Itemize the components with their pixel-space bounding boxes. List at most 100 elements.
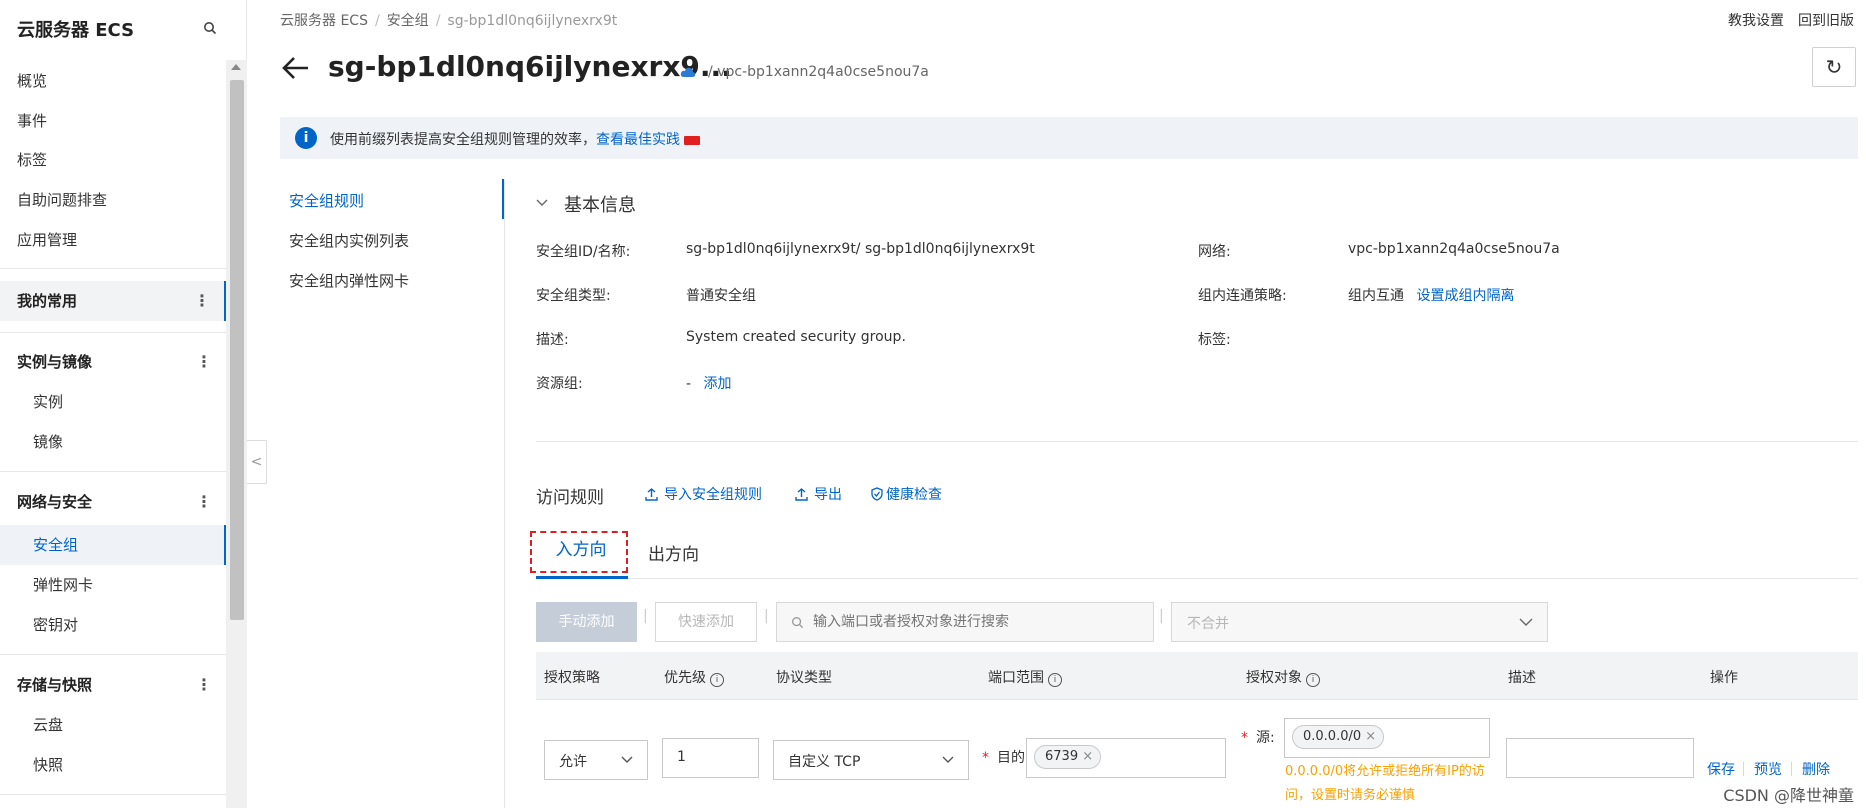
policy-select-value: 允许: [559, 754, 587, 770]
sidebar-item-disks[interactable]: 云盘: [0, 707, 226, 743]
preview-button[interactable]: 预览: [1754, 759, 1782, 779]
source-warning: 0.0.0.0/0将允许或拒绝所有IP的访问，设置时请务必谨慎: [1285, 764, 1485, 803]
search-icon: [792, 617, 804, 629]
sidebar-group-favorites[interactable]: 我的常用 ⋮: [0, 281, 226, 321]
col-port: 端口范围 i: [988, 667, 1062, 687]
sidebar-divider: [0, 654, 226, 655]
sg-desc-value: System created security group.: [686, 329, 906, 345]
info-banner: i 使用前缀列表提高安全组规则管理的效率，查看最佳实践: [280, 117, 1858, 159]
more-icon[interactable]: ⋮: [196, 344, 212, 380]
manual-add-button[interactable]: 手动添加: [536, 602, 637, 642]
sidebar-group-label: 网络与安全: [17, 493, 93, 511]
health-check-button[interactable]: 健康检查: [870, 484, 942, 504]
action-separator: [1791, 762, 1792, 776]
scroll-up-arrow-icon[interactable]: [231, 64, 241, 70]
subnav-active-indicator: [502, 179, 504, 219]
sidebar-divider: [0, 471, 226, 472]
sidebar-scrollbar-thumb[interactable]: [230, 80, 244, 620]
network-value[interactable]: vpc-bp1xann2q4a0cse5nou7a: [1348, 241, 1560, 257]
watermark: CSDN @降世神童: [1723, 786, 1854, 805]
sidebar-group-network-security[interactable]: 网络与安全 ⋮: [0, 484, 226, 520]
subnav-enis[interactable]: 安全组内弹性网卡: [289, 270, 409, 291]
required-mark: *: [1241, 730, 1248, 746]
port-tag-value: 6739: [1045, 749, 1079, 764]
sidebar-item-eni[interactable]: 弹性网卡: [0, 567, 226, 603]
more-icon[interactable]: ⋮: [196, 667, 212, 703]
priority-input-value: 1: [677, 749, 686, 765]
set-isolation-link[interactable]: 设置成组内隔离: [1416, 288, 1514, 304]
old-version-link[interactable]: 回到旧版: [1798, 13, 1854, 29]
subnav-rules[interactable]: 安全组规则: [289, 190, 364, 211]
delete-button[interactable]: 删除: [1802, 759, 1830, 779]
description-input[interactable]: [1506, 738, 1694, 778]
info-icon[interactable]: i: [710, 673, 724, 687]
merge-select[interactable]: 不合并: [1171, 602, 1548, 642]
sidebar-group-instances-images[interactable]: 实例与镜像 ⋮: [0, 344, 226, 380]
health-check-label: 健康检查: [886, 487, 942, 503]
help-setup-link[interactable]: 教我设置: [1728, 13, 1784, 29]
banner-message: 使用前缀列表提高安全组规则管理的效率，查看最佳实践: [330, 129, 700, 149]
info-icon[interactable]: i: [1048, 673, 1062, 687]
sidebar-item-snapshots[interactable]: 快照: [0, 747, 226, 783]
quick-add-button[interactable]: 快速添加: [655, 602, 757, 642]
policy-select[interactable]: 允许: [544, 740, 648, 780]
subnav-instances[interactable]: 安全组内实例列表: [289, 230, 409, 251]
sidebar-item-tags[interactable]: 标签: [0, 142, 226, 178]
sidebar-item-instances[interactable]: 实例: [0, 384, 226, 420]
merge-select-value: 不合并: [1187, 616, 1229, 632]
best-practice-link[interactable]: 查看最佳实践: [596, 132, 680, 148]
more-icon[interactable]: ⋮: [196, 484, 212, 520]
sidebar-collapse-handle[interactable]: <: [247, 440, 267, 484]
rule-search-box[interactable]: [776, 602, 1154, 642]
breadcrumb-separator: /: [435, 13, 441, 29]
action-separator: [1743, 762, 1744, 776]
network-label: 网络:: [1198, 244, 1231, 260]
sg-id-label: 安全组ID/名称:: [536, 244, 631, 260]
back-arrow-icon[interactable]: [280, 52, 312, 84]
info-icon[interactable]: i: [1306, 673, 1320, 687]
breadcrumb-item-security-group[interactable]: 安全组: [387, 13, 429, 29]
remove-tag-icon[interactable]: ×: [1365, 726, 1376, 748]
breadcrumb-item-ecs[interactable]: 云服务器 ECS: [280, 13, 368, 29]
sidebar: 云服务器 ECS 概览 事件 标签 自助问题排查 应用管理 我的常用 ⋮ 实例与…: [0, 0, 247, 808]
add-resource-group-link[interactable]: 添加: [704, 376, 732, 392]
col-protocol: 协议类型: [776, 670, 832, 686]
sidebar-item-security-groups[interactable]: 安全组: [0, 525, 226, 565]
sidebar-item-troubleshoot[interactable]: 自助问题排查: [0, 182, 226, 218]
rule-search-input[interactable]: [813, 603, 1143, 641]
col-actions: 操作: [1710, 670, 1738, 686]
col-priority: 优先级 i: [664, 667, 724, 687]
save-button[interactable]: 保存: [1707, 759, 1735, 779]
policy-current: 组内互通: [1348, 288, 1404, 304]
chevron-down-icon[interactable]: [536, 199, 548, 207]
banner-text: 使用前缀列表提高安全组规则管理的效率，: [330, 132, 596, 148]
col-policy: 授权策略: [544, 670, 600, 686]
sidebar-item-app-management[interactable]: 应用管理: [0, 222, 226, 258]
sidebar-item-overview[interactable]: 概览: [0, 63, 226, 99]
more-icon[interactable]: ⋮: [194, 281, 210, 321]
vpc-subtitle: / vpc-bp1xann2q4a0cse5nou7a: [708, 64, 929, 80]
export-button[interactable]: 导出: [795, 484, 842, 504]
refresh-button[interactable]: ↻: [1812, 47, 1856, 87]
col-source: 授权对象 i: [1246, 667, 1320, 687]
rules-table-header: 授权策略 优先级 i 协议类型 端口范围 i 授权对象 i 描述 操作: [536, 652, 1858, 700]
sidebar-item-images[interactable]: 镜像: [0, 424, 226, 460]
sg-desc-label: 描述:: [536, 332, 569, 348]
col-port-label: 端口范围: [988, 670, 1044, 686]
breadcrumb: 云服务器 ECS / 安全组 / sg-bp1dl0nq6ijlynexrx9t: [280, 10, 617, 30]
tab-outbound[interactable]: 出方向: [648, 540, 699, 565]
remove-tag-icon[interactable]: ×: [1082, 746, 1093, 768]
new-badge-icon: [684, 135, 700, 145]
sidebar-group-label: 存储与快照: [17, 676, 93, 694]
protocol-select[interactable]: 自定义 TCP: [773, 740, 969, 780]
required-mark: *: [982, 750, 989, 766]
sidebar-item-keypairs[interactable]: 密钥对: [0, 607, 226, 643]
section-divider: [536, 441, 1858, 442]
search-icon[interactable]: [203, 21, 217, 35]
import-rules-button[interactable]: 导入安全组规则: [645, 484, 762, 504]
source-tag-value: 0.0.0.0/0: [1303, 729, 1362, 744]
resource-group-label: 资源组:: [536, 376, 583, 392]
sidebar-item-events[interactable]: 事件: [0, 103, 226, 139]
priority-input[interactable]: 1: [662, 738, 759, 778]
sidebar-group-storage-snapshots[interactable]: 存储与快照 ⋮: [0, 667, 226, 703]
